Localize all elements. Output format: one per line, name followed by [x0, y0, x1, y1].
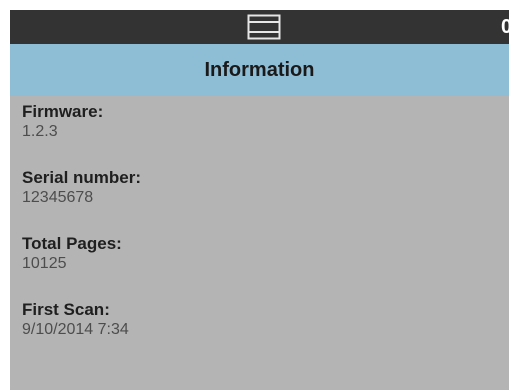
page-title: Information	[204, 59, 315, 81]
device-screen: 0 Information Firmware: 1.2.3 Serial num…	[10, 10, 509, 390]
firmware-value: 1.2.3	[22, 123, 58, 140]
total-pages-value: 10125	[22, 255, 67, 272]
first-scan-label: First Scan:	[22, 300, 110, 319]
status-indicator-text: 0	[501, 16, 509, 38]
info-item-serial-number: Serial number: 12345678	[22, 168, 502, 234]
info-list: Firmware: 1.2.3 Serial number: 12345678 …	[22, 102, 502, 366]
serial-number-value: 12345678	[22, 189, 94, 206]
info-item-firmware: Firmware: 1.2.3	[22, 102, 502, 168]
first-scan-value: 9/10/2014 7:34	[22, 321, 129, 338]
info-item-first-scan: First Scan: 9/10/2014 7:34	[22, 300, 502, 366]
total-pages-label: Total Pages:	[22, 234, 122, 253]
serial-number-label: Serial number:	[22, 168, 142, 187]
scanner-icon	[247, 14, 281, 40]
firmware-label: Firmware:	[22, 102, 104, 121]
status-bar: 0	[10, 10, 509, 44]
info-item-total-pages: Total Pages: 10125	[22, 234, 502, 300]
title-bar: Information	[10, 44, 509, 96]
